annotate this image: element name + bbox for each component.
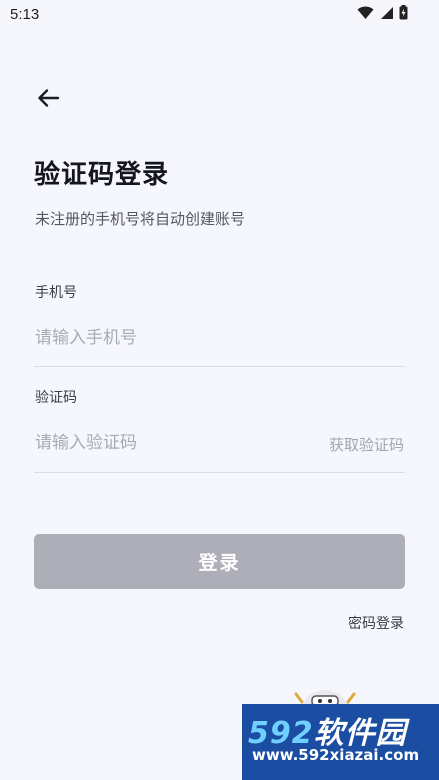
- watermark-url: www.592xiazai.com: [252, 746, 420, 764]
- code-label: 验证码: [35, 390, 77, 406]
- status-bar: 5:13: [0, 0, 439, 30]
- password-login-link[interactable]: 密码登录: [348, 613, 404, 633]
- arrow-left-icon: [38, 89, 60, 107]
- phone-divider: [34, 366, 405, 367]
- status-time: 5:13: [10, 6, 40, 23]
- login-button[interactable]: 登录: [34, 534, 405, 589]
- status-icons: [357, 5, 408, 20]
- code-input[interactable]: [34, 423, 306, 463]
- phone-label: 手机号: [35, 285, 77, 301]
- page-subtitle: 未注册的手机号将自动创建账号: [35, 210, 246, 228]
- page-title: 验证码登录: [34, 160, 170, 190]
- phone-input[interactable]: [34, 318, 407, 358]
- back-button[interactable]: [34, 84, 64, 112]
- wifi-icon: [357, 5, 374, 19]
- get-code-button[interactable]: 获取验证码: [329, 434, 404, 455]
- battery-charging-icon: [399, 5, 408, 20]
- signal-icon: [381, 6, 393, 19]
- code-divider: [34, 472, 405, 473]
